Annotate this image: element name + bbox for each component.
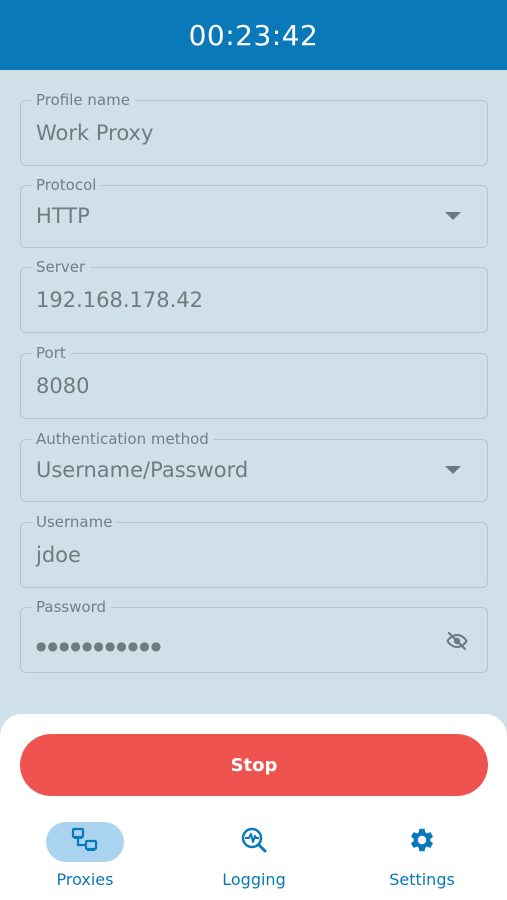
profile-name-value: Work Proxy xyxy=(36,121,154,145)
proxy-form: Profile name Work Proxy Protocol HTTP Se… xyxy=(0,70,507,715)
auth-method-label: Authentication method xyxy=(31,430,214,448)
nav-item-logging[interactable]: Logging xyxy=(189,822,319,892)
app-header: 00:23:42 xyxy=(0,0,507,70)
nav-icon-container xyxy=(215,822,293,862)
nav-label-proxies: Proxies xyxy=(56,870,114,889)
port-field[interactable]: Port 8080 xyxy=(20,344,488,419)
server-value: 192.168.178.42 xyxy=(36,288,203,312)
password-value: ●●●●●●●●●●● xyxy=(36,639,163,653)
nav-label-settings: Settings xyxy=(389,870,455,889)
stop-button[interactable]: Stop xyxy=(20,734,488,796)
password-field[interactable]: Password ●●●●●●●●●●● xyxy=(20,598,488,673)
nav-active-indicator xyxy=(46,822,124,862)
profile-name-field[interactable]: Profile name Work Proxy xyxy=(20,91,488,166)
chevron-down-icon xyxy=(445,212,461,220)
port-value: 8080 xyxy=(36,374,90,398)
nav-label-logging: Logging xyxy=(222,870,286,889)
bottom-sheet: Stop Proxies Logging Settings xyxy=(0,714,507,900)
port-label: Port xyxy=(31,344,71,362)
nav-item-proxies[interactable]: Proxies xyxy=(20,822,150,892)
protocol-label: Protocol xyxy=(31,176,102,194)
server-label: Server xyxy=(31,258,91,276)
auth-method-select[interactable]: Authentication method Username/Password xyxy=(20,430,488,502)
settings-icon xyxy=(408,826,436,858)
username-value: jdoe xyxy=(36,543,81,567)
username-label: Username xyxy=(31,513,118,531)
server-field[interactable]: Server 192.168.178.42 xyxy=(20,258,488,333)
nav-item-settings[interactable]: Settings xyxy=(357,822,487,892)
auth-method-value: Username/Password xyxy=(36,458,249,482)
bottom-navigation: Proxies Logging Settings xyxy=(0,822,507,900)
eye-off-icon[interactable] xyxy=(445,629,469,653)
proxies-icon xyxy=(71,826,99,858)
connection-timer: 00:23:42 xyxy=(188,18,319,52)
password-label: Password xyxy=(31,598,112,616)
nav-icon-container xyxy=(383,822,461,862)
username-field[interactable]: Username jdoe xyxy=(20,513,488,588)
protocol-value: HTTP xyxy=(36,204,90,228)
chevron-down-icon xyxy=(445,466,461,474)
profile-name-label: Profile name xyxy=(31,91,135,109)
protocol-select[interactable]: Protocol HTTP xyxy=(20,176,488,248)
logging-icon xyxy=(239,825,269,859)
